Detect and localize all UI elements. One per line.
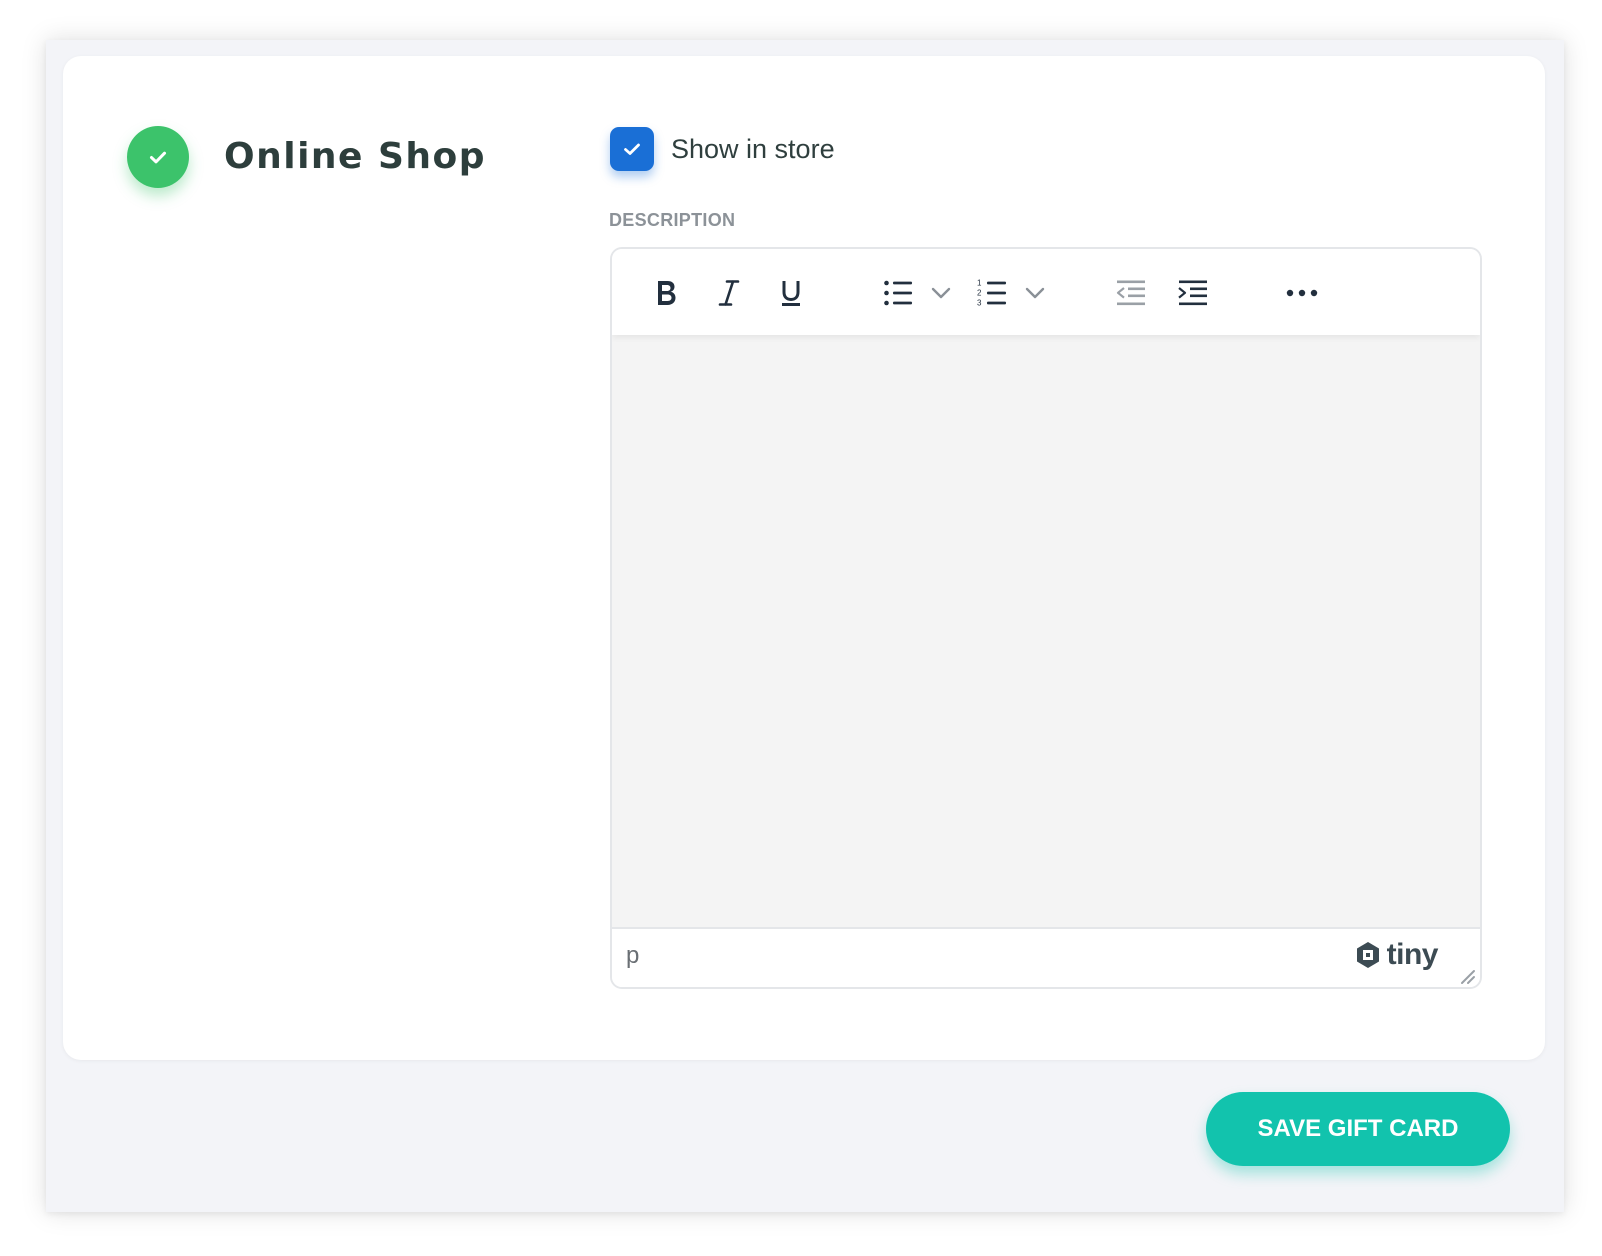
editor-content-area[interactable] bbox=[612, 335, 1480, 927]
checkmark-icon bbox=[624, 143, 640, 155]
editor-statusbar: p tiny bbox=[612, 927, 1480, 987]
numbered-list-icon: 1 2 3 bbox=[977, 279, 1006, 308]
more-button[interactable] bbox=[1278, 269, 1326, 317]
tiny-branding[interactable]: tiny bbox=[1353, 935, 1439, 975]
save-gift-card-button[interactable]: SAVE GIFT CARD bbox=[1206, 1092, 1510, 1166]
indent-icon bbox=[1178, 280, 1207, 306]
chevron-down-icon bbox=[1025, 287, 1045, 299]
svg-text:1: 1 bbox=[977, 279, 982, 288]
status-check-icon bbox=[127, 126, 189, 188]
indent-button[interactable] bbox=[1169, 269, 1217, 317]
app-window: Online Shop Show in store DESCRIPTION 1 … bbox=[46, 40, 1564, 1212]
show-in-store-checkbox[interactable] bbox=[610, 127, 654, 171]
section-title: Online Shop bbox=[224, 136, 487, 177]
underline-icon bbox=[782, 281, 800, 306]
numbered-list-menu-button[interactable] bbox=[1020, 269, 1050, 317]
chevron-down-icon bbox=[931, 287, 951, 299]
online-shop-card: Online Shop Show in store DESCRIPTION 1 … bbox=[63, 56, 1545, 1060]
bold-button[interactable] bbox=[642, 269, 690, 317]
outdent-icon bbox=[1116, 280, 1145, 306]
tiny-brand-text: tiny bbox=[1386, 938, 1439, 971]
svg-text:3: 3 bbox=[977, 299, 982, 308]
description-label: DESCRIPTION bbox=[609, 210, 736, 230]
italic-icon bbox=[718, 280, 740, 306]
underline-button[interactable] bbox=[767, 269, 815, 317]
more-icon bbox=[1286, 289, 1318, 297]
checkmark-icon bbox=[149, 151, 167, 164]
bullet-list-menu-button[interactable] bbox=[926, 269, 956, 317]
resize-handle-icon[interactable] bbox=[1456, 965, 1476, 985]
bullet-list-icon bbox=[884, 280, 912, 306]
italic-button[interactable] bbox=[705, 269, 753, 317]
outdent-button[interactable] bbox=[1107, 269, 1155, 317]
editor-toolbar: 1 2 3 bbox=[612, 249, 1480, 335]
show-in-store-label[interactable]: Show in store bbox=[671, 132, 835, 166]
tiny-logo-icon bbox=[1356, 942, 1379, 968]
bold-icon bbox=[658, 281, 676, 305]
bullet-list-button[interactable] bbox=[874, 269, 922, 317]
numbered-list-button[interactable]: 1 2 3 bbox=[968, 269, 1016, 317]
element-path[interactable]: p bbox=[626, 941, 639, 971]
description-editor: 1 2 3 p tiny bbox=[610, 247, 1482, 989]
svg-text:2: 2 bbox=[977, 289, 982, 298]
